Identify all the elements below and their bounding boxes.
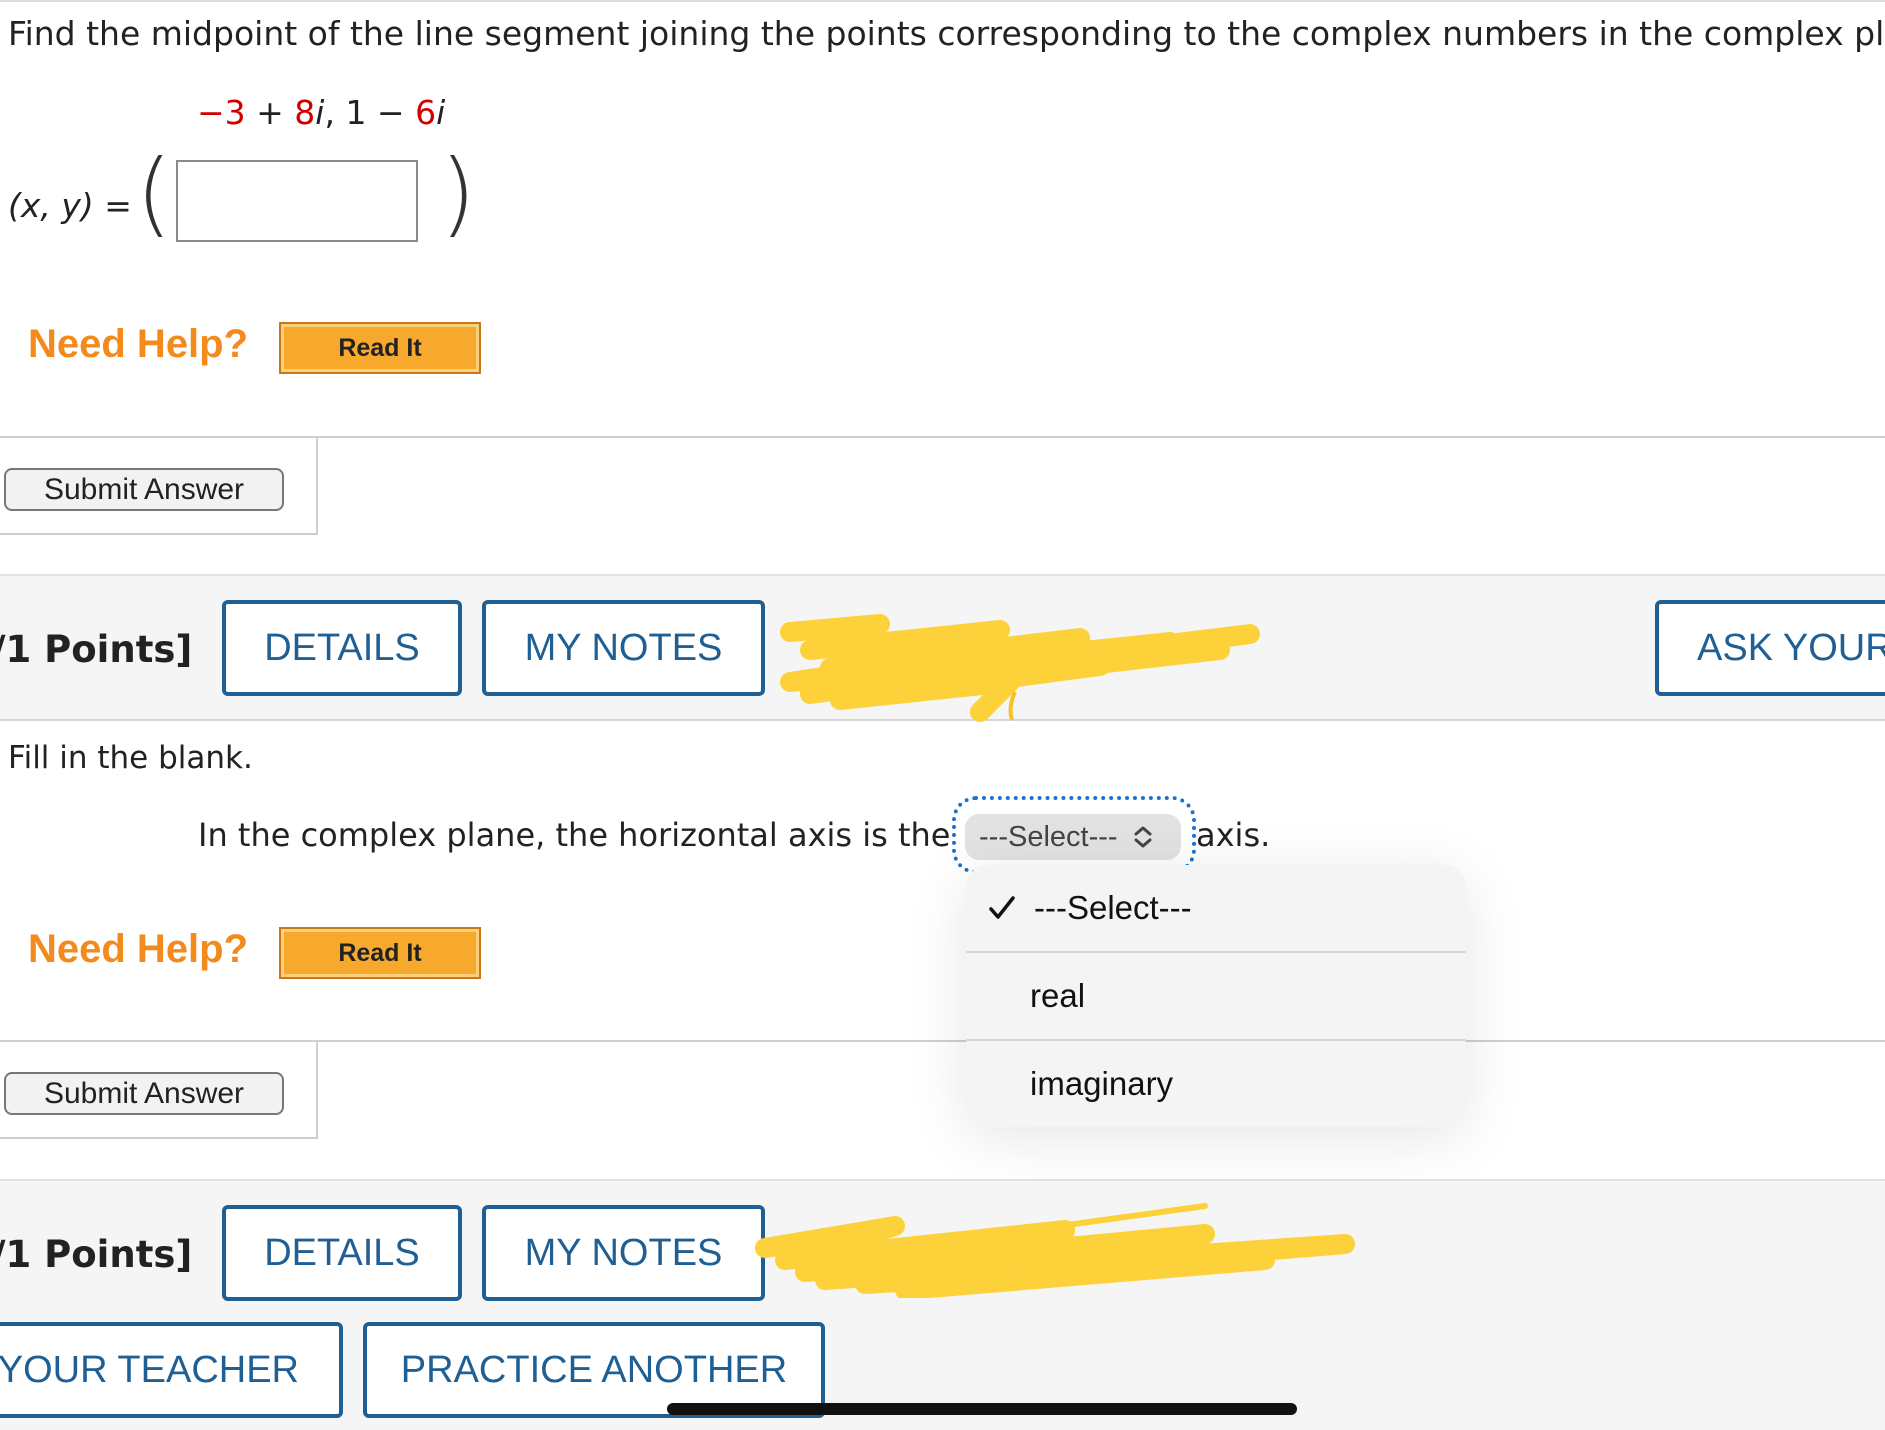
first-imag-part: 8 <box>294 93 316 132</box>
divider <box>0 436 1885 438</box>
top-border <box>0 0 1885 2</box>
chevron-up-down-icon <box>1134 826 1152 848</box>
right-paren: ) <box>440 140 476 247</box>
need-help-label: Need Help? <box>28 322 249 366</box>
answer-label: (x, y) = <box>8 186 132 225</box>
divider <box>0 574 1885 576</box>
home-indicator-bar[interactable] <box>667 1403 1297 1415</box>
axis-select-dropdown[interactable]: ---Select--- <box>965 814 1181 860</box>
option-real[interactable]: real <box>966 953 1466 1039</box>
ask-your-teacher-button[interactable]: ASK YOUR <box>1655 600 1885 696</box>
imaginary-unit: i <box>436 93 446 132</box>
complex-numbers-expression: −3 + 8i, 1 − 6i <box>197 93 445 132</box>
points-label: /1 Points] <box>0 628 193 671</box>
redaction-scribble <box>780 614 1260 722</box>
ask-your-teacher-button[interactable]: YOUR TEACHER <box>0 1322 343 1418</box>
my-notes-button[interactable]: MY NOTES <box>482 1205 765 1301</box>
option-label: ---Select--- <box>1034 888 1192 926</box>
select-value: ---Select--- <box>979 820 1118 853</box>
midpoint-answer-input[interactable] <box>176 160 418 242</box>
second-imag-part: 6 <box>415 93 437 132</box>
first-real-part: −3 <box>197 93 246 132</box>
divider <box>0 1040 1885 1042</box>
need-help-label: Need Help? <box>28 927 249 971</box>
details-button[interactable]: DETAILS <box>222 600 462 696</box>
option-label: real <box>1030 977 1086 1014</box>
expression-separator: , 1 − <box>324 93 416 132</box>
read-it-button[interactable]: Read It <box>279 322 481 374</box>
question-prompt: Find the midpoint of the line segment jo… <box>8 14 1885 53</box>
divider <box>0 533 318 535</box>
instruction-text: Fill in the blank. <box>8 740 253 776</box>
submit-answer-button[interactable]: Submit Answer <box>4 468 284 511</box>
divider <box>316 1040 318 1138</box>
divider <box>316 436 318 534</box>
divider <box>0 1179 1885 1181</box>
option-imaginary[interactable]: imaginary <box>966 1041 1466 1127</box>
option-select[interactable]: ---Select--- <box>966 865 1466 950</box>
my-notes-button[interactable]: MY NOTES <box>482 600 765 696</box>
fill-blank-sentence-end: axis. <box>1196 816 1271 854</box>
left-paren: ( <box>136 140 172 247</box>
option-label: imaginary <box>1030 1065 1174 1102</box>
plus-sign: + <box>245 93 295 132</box>
details-button[interactable]: DETAILS <box>222 1205 462 1301</box>
checkmark-icon <box>989 895 1015 919</box>
divider <box>0 1137 318 1139</box>
fill-blank-sentence-start: In the complex plane, the horizontal axi… <box>198 816 951 854</box>
submit-answer-button[interactable]: Submit Answer <box>4 1072 284 1115</box>
points-label: /1 Points] <box>0 1233 193 1276</box>
read-it-button[interactable]: Read It <box>279 927 481 979</box>
select-options-menu: ---Select--- real imaginary <box>966 865 1466 1127</box>
redaction-scribble <box>755 1203 1355 1298</box>
